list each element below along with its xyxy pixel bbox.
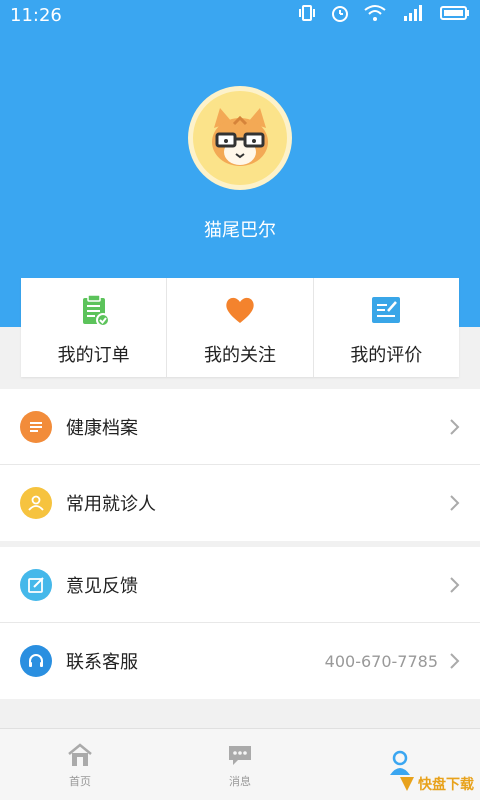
menu-label: 意见反馈 — [66, 575, 138, 597]
quick-actions-card: 我的订单 我的关注 我的评价 — [21, 278, 459, 377]
watermark-logo-icon — [400, 777, 414, 791]
chevron-right-icon — [450, 495, 460, 511]
home-icon — [68, 742, 92, 766]
chevron-right-icon — [450, 576, 460, 593]
menu-item-customer-service[interactable]: 联系客服 400-670-7785 — [0, 623, 480, 699]
heart-icon — [226, 297, 254, 323]
menu-group-support: 意见反馈 联系客服 400-670-7785 — [0, 547, 480, 699]
avatar[interactable] — [188, 86, 292, 190]
patient-icon — [20, 487, 52, 519]
menu-item-health-record[interactable]: 健康档案 — [0, 389, 480, 465]
headset-icon — [20, 645, 52, 677]
my-reviews-label: 我的评价 — [350, 344, 423, 366]
tab-label: 消息 — [229, 774, 251, 788]
vibrate-icon — [298, 4, 316, 27]
menu-group-records: 健康档案 常用就诊人 — [0, 389, 480, 541]
chevron-right-icon — [450, 418, 460, 435]
chevron-right-icon — [450, 653, 460, 669]
status-bar: 11:26 — [0, 0, 480, 30]
order-clipboard-icon — [82, 293, 110, 327]
my-orders-label: 我的订单 — [57, 344, 130, 366]
tab-label: 首页 — [69, 774, 91, 788]
menu-item-feedback[interactable]: 意见反馈 — [0, 547, 480, 623]
menu-label: 常用就诊人 — [66, 494, 156, 515]
message-icon — [229, 745, 251, 765]
battery-icon — [440, 5, 470, 26]
status-icons — [298, 3, 470, 28]
service-phone-number[interactable]: 400-670-7785 — [325, 652, 438, 671]
watermark: 快盘下载 — [398, 774, 474, 794]
menu-label: 健康档案 — [66, 417, 138, 439]
my-follows-label: 我的关注 — [203, 344, 276, 366]
tab-messages[interactable]: 消息 — [160, 729, 320, 800]
feedback-icon — [20, 568, 52, 601]
username: 猫尾巴尔 — [204, 220, 276, 241]
my-reviews-button[interactable]: 我的评价 — [314, 278, 459, 377]
cat-avatar-icon — [212, 108, 268, 166]
my-orders-button[interactable]: 我的订单 — [21, 278, 168, 377]
health-record-icon — [20, 410, 52, 443]
profile-icon — [390, 750, 410, 775]
status-time: 11:26 — [10, 4, 62, 26]
watermark-brand: 快盘下载 — [418, 777, 474, 793]
my-follows-button[interactable]: 我的关注 — [167, 278, 314, 377]
wifi-icon — [364, 4, 386, 27]
menu-label: 联系客服 — [66, 652, 138, 673]
menu-item-frequent-patients[interactable]: 常用就诊人 — [0, 465, 480, 541]
signal-icon — [400, 4, 426, 27]
review-edit-icon — [372, 296, 401, 323]
alarm-icon — [330, 3, 350, 28]
tab-home[interactable]: 首页 — [0, 729, 160, 800]
